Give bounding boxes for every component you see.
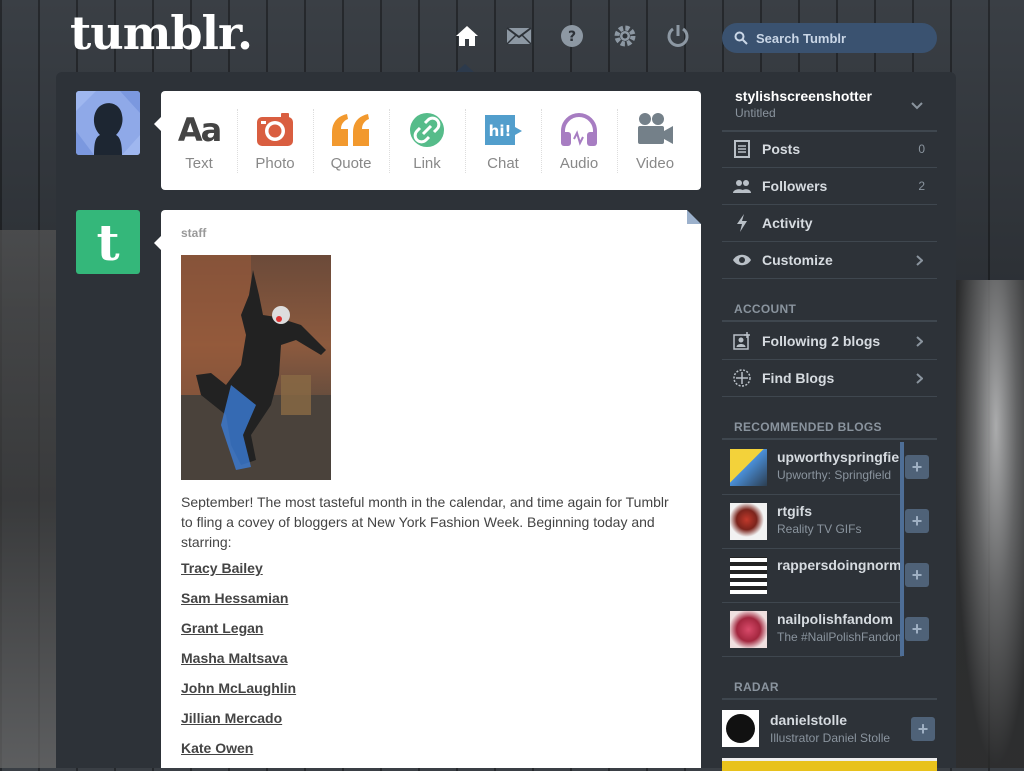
- account-heading: ACCOUNT: [734, 302, 797, 316]
- top-header: tumblr. ?: [0, 0, 1024, 72]
- power-icon[interactable]: [664, 22, 692, 50]
- recommended-blog[interactable]: nailpolishfandom The #NailPolishFandom: [722, 603, 902, 657]
- post-link[interactable]: Tracy Bailey: [181, 560, 296, 577]
- video-camera-icon: [636, 109, 674, 151]
- recommended-blog[interactable]: upworthyspringfield Upworthy: Springfiel…: [722, 441, 902, 495]
- blog-switcher[interactable]: stylishscreenshotter Untitled: [722, 86, 937, 132]
- compass-icon: [733, 369, 751, 387]
- mail-icon[interactable]: [505, 22, 533, 50]
- sidebar-item-customize[interactable]: Customize: [722, 242, 937, 279]
- sidebar-item-find-blogs[interactable]: Find Blogs: [722, 360, 937, 397]
- lightning-icon: [733, 214, 751, 232]
- sidebar-item-followers[interactable]: Followers 2: [722, 168, 937, 205]
- headphones-icon: [559, 109, 599, 151]
- background-photo-right: [954, 280, 1024, 768]
- eye-icon: [733, 251, 751, 269]
- radar-heading: RADAR: [734, 680, 779, 694]
- post-chat-button[interactable]: hi! Chat: [465, 91, 541, 190]
- sidebar-item-following[interactable]: Following 2 blogs: [722, 323, 937, 360]
- dashboard-post: staff September! The most tasteful month…: [154, 210, 701, 770]
- section-divider: [722, 438, 937, 440]
- post-type-composer: Aa Text Photo Quote Link hi! Chat Audio: [154, 91, 701, 190]
- post-video-button[interactable]: Video: [617, 91, 693, 190]
- active-nav-caret: [456, 64, 474, 72]
- recommended-blog[interactable]: rtgifs Reality TV GIFs: [722, 495, 902, 549]
- post-photo-button[interactable]: Photo: [237, 91, 313, 190]
- home-icon[interactable]: [453, 22, 481, 50]
- post-link[interactable]: Grant Legan: [181, 620, 296, 637]
- blog-name: stylishscreenshotter: [735, 88, 872, 104]
- chevron-right-icon: [916, 254, 923, 266]
- post-quote-button[interactable]: Quote: [313, 91, 389, 190]
- post-body-text: September! The most tasteful month in th…: [181, 494, 669, 550]
- post-text-button[interactable]: Aa Text: [161, 91, 237, 190]
- post-photo[interactable]: [181, 255, 331, 480]
- post-link[interactable]: Masha Maltsava: [181, 650, 296, 667]
- post-corner-fold[interactable]: [687, 210, 701, 224]
- blog-avatar: [730, 557, 767, 594]
- radar-blog[interactable]: danielstolle Illustrator Daniel Stolle: [722, 705, 937, 755]
- link-icon: [409, 109, 445, 151]
- quote-icon: [330, 109, 372, 151]
- section-divider: [722, 698, 937, 700]
- follow-button[interactable]: +: [905, 563, 929, 587]
- search-input[interactable]: [754, 29, 928, 47]
- staff-avatar[interactable]: t: [76, 210, 140, 274]
- help-icon[interactable]: ?: [558, 22, 586, 50]
- radar-avatar: [722, 710, 759, 747]
- following-icon: [733, 332, 751, 350]
- followers-icon: [733, 177, 751, 195]
- background-photo-left: [0, 230, 60, 768]
- follow-button[interactable]: +: [905, 617, 929, 641]
- blog-avatar: [730, 611, 767, 648]
- posts-icon: [733, 140, 751, 158]
- follow-button[interactable]: +: [905, 509, 929, 533]
- chevron-down-icon: [911, 102, 923, 110]
- post-link[interactable]: Kate Owen: [181, 740, 296, 757]
- user-avatar[interactable]: [76, 91, 140, 155]
- text-icon: Aa: [177, 111, 222, 149]
- follow-button[interactable]: +: [905, 455, 929, 479]
- radar-post-preview[interactable]: [722, 758, 937, 771]
- svg-text:hi!: hi!: [489, 122, 512, 140]
- post-link[interactable]: Jillian Mercado: [181, 710, 296, 727]
- search-icon: [734, 31, 748, 45]
- section-divider: [722, 320, 937, 322]
- tumblr-logo[interactable]: tumblr.: [70, 6, 253, 60]
- post-link[interactable]: John McLaughlin: [181, 680, 296, 697]
- sidebar-item-posts[interactable]: Posts 0: [722, 131, 937, 168]
- post-audio-button[interactable]: Audio: [541, 91, 617, 190]
- post-link-button[interactable]: Link: [389, 91, 465, 190]
- post-link-list: Tracy Bailey Sam Hessamian Grant Legan M…: [181, 560, 296, 770]
- post-author[interactable]: staff: [181, 226, 206, 240]
- blog-avatar: [730, 503, 767, 540]
- post-link[interactable]: Sam Hessamian: [181, 590, 296, 607]
- radar-follow-button[interactable]: +: [911, 717, 935, 741]
- camera-icon: [256, 109, 294, 151]
- recommended-heading: RECOMMENDED BLOGS: [734, 420, 882, 434]
- chevron-right-icon: [916, 372, 923, 384]
- chevron-right-icon: [916, 335, 923, 347]
- search-bar[interactable]: [722, 23, 937, 53]
- svg-text:?: ?: [568, 29, 576, 45]
- recommended-scrollbar[interactable]: [900, 442, 904, 656]
- sidebar-item-activity[interactable]: Activity: [722, 205, 937, 242]
- blog-avatar: [730, 449, 767, 486]
- blog-subtitle: Untitled: [735, 106, 776, 120]
- gear-icon[interactable]: [611, 22, 639, 50]
- recommended-blog[interactable]: rappersdoingnormal: [722, 549, 902, 603]
- chat-icon: hi!: [483, 109, 523, 151]
